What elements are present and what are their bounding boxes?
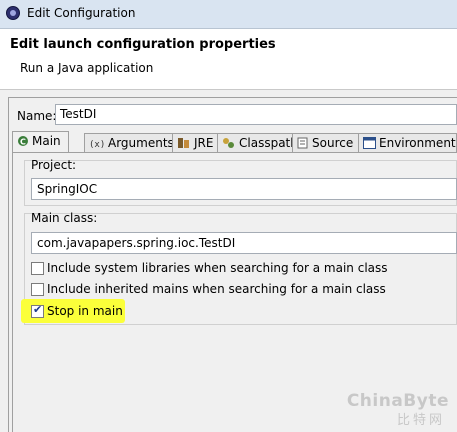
- include-inherited-mains-checkbox[interactable]: [31, 283, 44, 296]
- tab-main-label: Main: [32, 134, 61, 148]
- dialog-heading: Edit launch configuration properties: [10, 37, 276, 52]
- main-tab-icon: C: [17, 135, 29, 150]
- classpath-icon: [222, 137, 236, 152]
- main-class-field[interactable]: com.javapapers.spring.ioc.TestDI: [31, 232, 457, 254]
- jre-icon: [177, 137, 191, 152]
- environment-icon: [363, 137, 376, 152]
- name-label: Name:: [17, 109, 57, 123]
- project-label: Project:: [31, 158, 77, 172]
- tab-source[interactable]: Source: [292, 133, 362, 153]
- dialog-header: Edit launch configuration properties Run…: [0, 29, 457, 90]
- tab-environment[interactable]: Environment: [358, 133, 457, 153]
- tab-arguments-label: Arguments: [108, 136, 174, 150]
- svg-text:(x)=: (x)=: [89, 140, 105, 149]
- dialog-subtitle: Run a Java application: [20, 61, 154, 75]
- eclipse-icon: [6, 6, 20, 20]
- watermark-text: ChinaByte: [346, 391, 449, 411]
- svg-text:C: C: [20, 138, 26, 147]
- main-class-label: Main class:: [31, 211, 98, 225]
- source-icon: [297, 137, 309, 152]
- include-system-libraries-checkbox[interactable]: [31, 262, 44, 275]
- project-field[interactable]: SpringIOC: [31, 178, 457, 200]
- name-field[interactable]: TestDI: [55, 104, 457, 125]
- watermark-subtext: 比特网: [396, 413, 445, 428]
- tab-source-label: Source: [312, 136, 354, 150]
- tab-arguments[interactable]: (x)=Arguments: [84, 133, 181, 153]
- window-title: Edit Configuration: [27, 6, 136, 20]
- arguments-icon: (x)=: [89, 137, 111, 152]
- tab-classpath-label: Classpath: [239, 136, 298, 150]
- tab-jre-label: JRE: [194, 136, 214, 150]
- tab-classpath[interactable]: Classpath: [217, 133, 299, 153]
- include-system-libraries-label: Include system libraries when searching …: [47, 261, 388, 275]
- include-inherited-mains-label: Include inherited mains when searching f…: [47, 282, 386, 296]
- stop-in-main-label: Stop in main: [47, 304, 123, 318]
- stop-in-main-checkbox[interactable]: [31, 303, 44, 318]
- tab-environment-label: Environment: [379, 136, 456, 150]
- window-titlebar: Edit Configuration: [0, 0, 457, 29]
- tab-main[interactable]: C Main: [12, 131, 69, 153]
